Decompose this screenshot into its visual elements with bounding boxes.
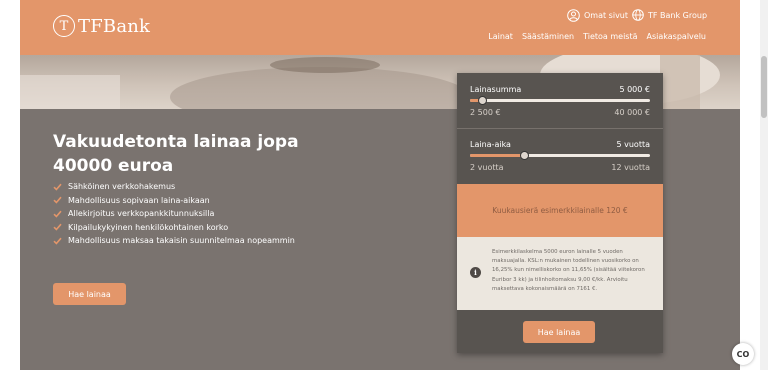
nav-item-savings[interactable]: Säästäminen bbox=[522, 32, 574, 41]
amount-value: 5 000 € bbox=[619, 85, 650, 94]
amount-slider[interactable] bbox=[470, 96, 650, 105]
feature-item: Kilpailukykyinen henkilökohtainen korko bbox=[53, 221, 295, 235]
my-pages-link[interactable]: Omat sivut bbox=[567, 9, 628, 22]
feature-item: Allekirjoitus verkkopankkitunnuksilla bbox=[53, 207, 295, 221]
feature-text: Mahdollisuus maksaa takaisin suunnitelma… bbox=[68, 236, 295, 246]
page-container: T TFBank Omat sivut TF Bank Group Lainat… bbox=[20, 0, 740, 370]
apply-loan-button[interactable]: Hae lainaa bbox=[53, 283, 126, 305]
nav-item-about[interactable]: Tietoa meistä bbox=[583, 32, 637, 41]
amount-label: Lainasumma bbox=[470, 85, 522, 94]
monthly-payment: Kuukausierä esimerkkilainalle 120 € bbox=[457, 184, 663, 237]
check-icon bbox=[53, 223, 62, 231]
example-info-box: i Esimerkkilaskelma 5000 euron lainalle … bbox=[457, 237, 663, 310]
term-max: 12 vuotta bbox=[611, 163, 650, 172]
tf-bank-group-label: TF Bank Group bbox=[648, 10, 708, 20]
term-value: 5 vuotta bbox=[616, 140, 650, 149]
term-label: Laina-aika bbox=[470, 140, 511, 149]
scrollbar-thumb[interactable] bbox=[761, 56, 767, 118]
amount-slider-handle[interactable] bbox=[478, 96, 488, 105]
loan-calculator: Lainasumma 5 000 € 2 500 € 40 000 € Lain… bbox=[457, 73, 663, 353]
logo-mark: T bbox=[53, 15, 75, 37]
term-slider[interactable] bbox=[470, 151, 650, 160]
logo-text: TFBank bbox=[78, 15, 151, 37]
nav-item-loans[interactable]: Lainat bbox=[488, 32, 513, 41]
check-icon bbox=[53, 210, 62, 218]
nav-item-customer-service[interactable]: Asiakaspalvelu bbox=[647, 32, 706, 41]
feature-item: Sähköinen verkkohakemus bbox=[53, 180, 295, 194]
term-min: 2 vuotta bbox=[470, 163, 504, 172]
tf-bank-group-link[interactable]: TF Bank Group bbox=[632, 9, 707, 21]
feature-text: Sähköinen verkkohakemus bbox=[68, 182, 176, 192]
check-icon bbox=[53, 196, 62, 204]
check-icon bbox=[53, 183, 62, 191]
cookie-settings-button[interactable]: CO bbox=[732, 343, 754, 365]
check-icon bbox=[53, 237, 62, 245]
globe-icon bbox=[632, 9, 644, 21]
term-slider-fill bbox=[470, 154, 524, 157]
site-header: T TFBank Omat sivut TF Bank Group Lainat… bbox=[20, 0, 740, 55]
amount-min: 2 500 € bbox=[470, 108, 501, 117]
feature-list: Sähköinen verkkohakemus Mahdollisuus sop… bbox=[53, 180, 295, 248]
feature-text: Mahdollisuus sopivaan laina-aikaan bbox=[68, 195, 210, 205]
term-slider-handle[interactable] bbox=[519, 151, 529, 160]
example-info-text: Esimerkkilaskelma 5000 euron lainalle 5 … bbox=[492, 249, 645, 292]
my-pages-label: Omat sivut bbox=[584, 11, 629, 20]
user-icon bbox=[567, 9, 580, 22]
main-nav: Lainat Säästäminen Tietoa meistä Asiakas… bbox=[488, 32, 706, 41]
hero-headline: Vakuudetonta lainaa jopa 40000 euroa bbox=[53, 132, 299, 176]
feature-text: Allekirjoitus verkkopankkitunnuksilla bbox=[68, 209, 215, 219]
calculator-apply-button[interactable]: Hae lainaa bbox=[523, 321, 595, 343]
amount-max: 40 000 € bbox=[614, 108, 650, 117]
feature-item: Mahdollisuus sopivaan laina-aikaan bbox=[53, 194, 295, 208]
feature-text: Kilpailukykyinen henkilökohtainen korko bbox=[68, 222, 229, 232]
feature-item: Mahdollisuus maksaa takaisin suunnitelma… bbox=[53, 234, 295, 248]
divider bbox=[457, 128, 663, 129]
info-icon: i bbox=[470, 267, 481, 278]
logo[interactable]: T TFBank bbox=[53, 15, 150, 37]
